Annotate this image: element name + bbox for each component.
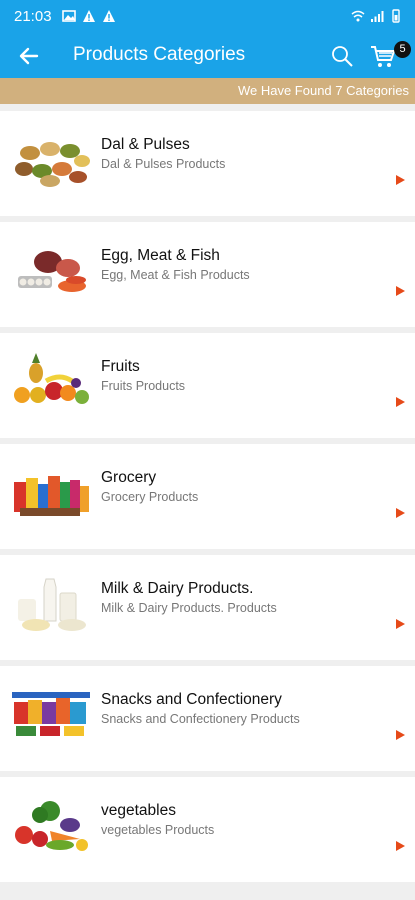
category-item-snacks-confectionery[interactable]: Snacks and Confectionery Snacks and Conf… <box>0 666 415 771</box>
category-name: Egg, Meat & Fish <box>101 247 220 264</box>
category-subtitle: Grocery Products <box>101 490 199 504</box>
gallery-icon <box>62 10 76 22</box>
egg-meat-fish-image <box>18 251 86 292</box>
grocery-image <box>14 476 89 516</box>
category-name: Snacks and Confectionery <box>101 691 282 708</box>
chevron-right-icon <box>396 619 405 629</box>
status-bar: 21:03 <box>0 0 415 33</box>
dal-pulses-image <box>15 142 90 187</box>
fruits-image <box>14 353 89 404</box>
status-time: 21:03 <box>14 8 52 25</box>
back-button[interactable] <box>14 41 44 71</box>
snacks-confectionery-image <box>12 692 90 736</box>
chevron-right-icon <box>396 730 405 740</box>
category-subtitle: vegetables Products <box>101 823 215 837</box>
category-item-grocery[interactable]: Grocery Grocery Products <box>0 444 415 549</box>
arrow-back-icon <box>19 47 39 65</box>
category-name: Dal & Pulses <box>101 136 190 153</box>
warning-icon <box>83 10 95 22</box>
category-subtitle: Snacks and Confectionery Products <box>101 712 300 726</box>
status-notification-icons <box>62 9 116 23</box>
milk-dairy-image <box>18 578 86 631</box>
category-item-fruits[interactable]: Fruits Fruits Products <box>0 333 415 438</box>
cart-button[interactable]: 5 <box>370 41 411 71</box>
chevron-right-icon <box>396 175 405 185</box>
search-icon <box>332 46 353 67</box>
signal-icon <box>371 11 384 22</box>
category-item-egg-meat-fish[interactable]: Egg, Meat & Fish Egg, Meat & Fish Produc… <box>0 222 415 327</box>
chevron-right-icon <box>396 841 405 851</box>
categories-found-banner: We Have Found 7 Categories <box>0 78 415 104</box>
page-title: Products Categories <box>73 44 246 65</box>
vegetables-image <box>15 801 88 851</box>
category-name: vegetables <box>101 802 176 819</box>
cart-count-badge: 5 <box>394 41 411 58</box>
category-list: Dal & Pulses Dal & Pulses Products Egg, … <box>0 111 415 888</box>
category-name: Fruits <box>101 358 140 375</box>
chevron-right-icon <box>396 397 405 407</box>
app-bar: Products Categories 5 <box>0 33 415 78</box>
category-subtitle: Dal & Pulses Products <box>101 157 226 171</box>
category-subtitle: Milk & Dairy Products. Products <box>101 601 277 615</box>
category-name: Grocery <box>101 469 157 486</box>
category-item-milk-dairy[interactable]: Milk & Dairy Products. Milk & Dairy Prod… <box>0 555 415 660</box>
category-subtitle: Egg, Meat & Fish Products <box>101 268 250 282</box>
search-button[interactable] <box>327 41 357 71</box>
battery-icon <box>392 9 400 23</box>
category-item-vegetables[interactable]: vegetables vegetables Products <box>0 777 415 882</box>
wifi-icon <box>351 10 365 22</box>
category-item-dal-pulses[interactable]: Dal & Pulses Dal & Pulses Products <box>0 111 415 216</box>
chevron-right-icon <box>396 508 405 518</box>
cart-icon <box>371 46 396 67</box>
warning-icon <box>103 10 115 22</box>
category-name: Milk & Dairy Products. <box>101 580 254 597</box>
chevron-right-icon <box>396 286 405 296</box>
status-system-icons <box>351 9 403 23</box>
category-subtitle: Fruits Products <box>101 379 186 393</box>
